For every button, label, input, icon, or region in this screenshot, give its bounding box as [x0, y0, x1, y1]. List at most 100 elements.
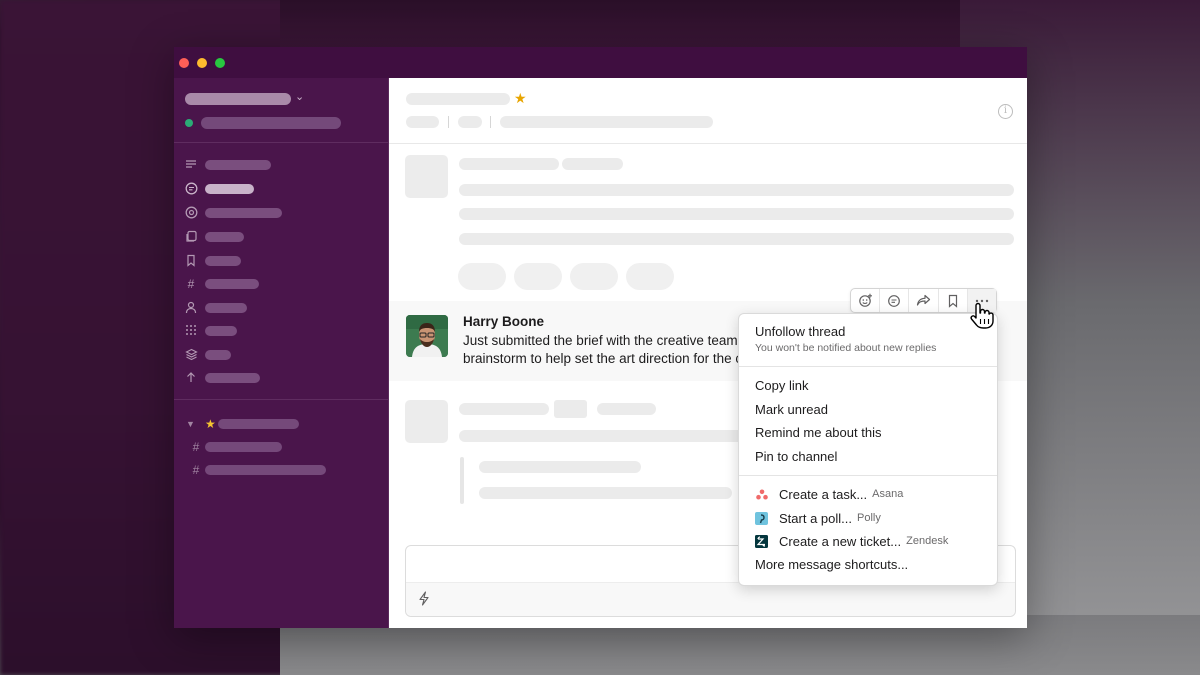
message-text-line: Just submitted the brief with the creati…: [463, 333, 742, 348]
avatar-placeholder: [405, 400, 448, 443]
reply-in-thread-button[interactable]: [880, 289, 910, 312]
menu-divider: [739, 366, 997, 367]
online-status-icon: [185, 119, 193, 127]
star-icon: ★: [205, 417, 216, 431]
add-reaction-icon: [858, 293, 872, 307]
reaction-placeholder[interactable]: [458, 263, 506, 290]
star-icon[interactable]: ★: [514, 90, 527, 107]
menu-item-more-shortcuts[interactable]: More message shortcuts...: [755, 557, 908, 572]
member-count-placeholder[interactable]: [406, 116, 439, 128]
save-bookmark-icon: [948, 294, 957, 308]
sidebar-item-drafts[interactable]: [184, 230, 244, 244]
menu-item-label: Start a poll...: [779, 510, 852, 526]
reaction-placeholder[interactable]: [626, 263, 674, 290]
menu-item-copy-link[interactable]: Copy link: [755, 378, 808, 393]
minimize-window-button[interactable]: [197, 57, 207, 68]
files-icon: [184, 348, 198, 362]
menu-item-mark-unread[interactable]: Mark unread: [755, 402, 828, 417]
sidebar-item-label: [205, 279, 259, 289]
close-window-button[interactable]: [179, 57, 189, 68]
hash-icon: #: [187, 277, 195, 291]
menu-item-remind-me[interactable]: Remind me about this: [755, 425, 881, 440]
workspace-header[interactable]: ⌄: [174, 78, 388, 143]
add-reaction-button[interactable]: [851, 289, 881, 312]
sidebar-item-dms[interactable]: [184, 182, 254, 196]
pins-placeholder[interactable]: [458, 116, 482, 128]
caret-down-icon[interactable]: ▼: [186, 419, 196, 429]
sidebar-item-saved[interactable]: [184, 254, 241, 268]
section-name-placeholder: [217, 419, 299, 429]
dms-icon: [184, 182, 198, 196]
sidebar-item-label: [205, 232, 244, 242]
menu-item-description: You won't be notified about new replies: [755, 342, 937, 354]
timestamp-placeholder: [597, 403, 656, 415]
divider: [490, 116, 491, 128]
threads-icon: [184, 158, 198, 172]
channel-name-placeholder: [205, 465, 326, 475]
sidebar-channel[interactable]: #: [186, 463, 326, 477]
info-icon[interactable]: i: [998, 104, 1013, 119]
chevron-down-icon[interactable]: ⌄: [295, 90, 304, 103]
sidebar-channel[interactable]: #: [186, 440, 282, 454]
sidebar: ⌄ # ▼ ★ # #: [174, 78, 389, 628]
sidebar-item-label: [205, 303, 247, 313]
mentions-icon: [184, 206, 198, 220]
menu-item-app-name: Polly: [856, 512, 881, 524]
save-message-button[interactable]: [939, 289, 968, 312]
share-message-button[interactable]: [909, 289, 939, 312]
workspace-name-placeholder[interactable]: [185, 93, 291, 105]
menu-item-asana-create-task[interactable]: Create a task... Asana: [755, 486, 903, 502]
maximize-window-button[interactable]: [215, 57, 225, 68]
menu-item-label: Create a task...: [779, 486, 868, 502]
sidebar-nav: #: [174, 143, 388, 400]
attachment-bar: [460, 457, 464, 504]
sidebar-item-people[interactable]: [184, 301, 247, 315]
menu-item-label: Create a new ticket...: [779, 533, 902, 549]
sidebar-item-mentions[interactable]: [184, 206, 282, 220]
sidebar-item-threads[interactable]: [184, 158, 271, 172]
hash-icon: #: [192, 440, 200, 454]
text-placeholder: [459, 233, 1014, 245]
badge-placeholder: [554, 400, 587, 418]
sidebar-item-show-less[interactable]: [184, 371, 260, 385]
divider: [448, 116, 449, 128]
reaction-placeholder[interactable]: [570, 263, 618, 290]
menu-item-app-name: Asana: [872, 488, 904, 500]
sidebar-item-label: [205, 208, 282, 218]
sidebar-item-apps[interactable]: [184, 324, 237, 338]
text-placeholder: [459, 184, 1014, 196]
menu-item-zendesk-create-ticket[interactable]: Create a new ticket... Zendesk: [755, 533, 948, 549]
sidebar-item-label: [205, 373, 260, 383]
drafts-icon: [184, 230, 198, 244]
polly-icon: [755, 511, 768, 525]
people-icon: [184, 301, 198, 315]
sidebar-item-label: [205, 160, 271, 170]
author-placeholder: [459, 158, 559, 170]
menu-item-app-name: Zendesk: [906, 535, 949, 547]
composer-toolbar: [406, 582, 1015, 616]
author-placeholder: [459, 403, 549, 415]
saved-items-icon: [184, 254, 198, 268]
avatar[interactable]: [406, 315, 448, 357]
menu-item-unfollow-thread[interactable]: Unfollow thread: [755, 324, 845, 339]
sidebar-item-label: [205, 256, 241, 266]
menu-item-polly-start-poll[interactable]: Start a poll... Polly: [755, 510, 881, 526]
message-context-menu: Unfollow thread You won't be notified ab…: [738, 313, 998, 586]
user-name-placeholder[interactable]: [201, 117, 341, 129]
sidebar-item-channel-browser[interactable]: #: [184, 277, 259, 291]
asana-icon: [755, 488, 768, 501]
topic-placeholder[interactable]: [500, 116, 713, 128]
text-placeholder: [459, 430, 749, 442]
attachment-title-placeholder: [479, 461, 641, 473]
reaction-placeholder[interactable]: [514, 263, 562, 290]
channel-header: ★ i: [389, 78, 1027, 144]
sidebar-item-files[interactable]: [184, 348, 231, 362]
text-placeholder: [459, 208, 1014, 220]
sidebar-item-label: [205, 326, 237, 336]
channel-name-placeholder[interactable]: [406, 93, 510, 105]
menu-item-pin-to-channel[interactable]: Pin to channel: [755, 449, 837, 464]
message-author[interactable]: Harry Boone: [463, 314, 544, 329]
menu-divider: [739, 475, 997, 476]
starred-section-header[interactable]: ▼ ★: [186, 417, 299, 431]
apps-icon: [184, 324, 198, 338]
